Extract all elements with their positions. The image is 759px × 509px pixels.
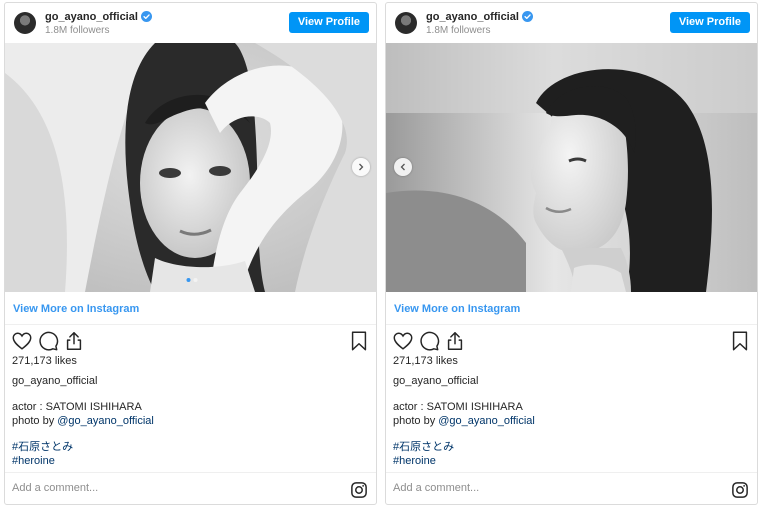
- bookmark-icon[interactable]: [729, 330, 751, 352]
- caption: actor : SATOMI ISHIHARA photo by @go_aya…: [12, 400, 154, 428]
- carousel-indicator: [186, 278, 197, 282]
- view-more-link[interactable]: View More on Instagram: [394, 303, 520, 315]
- caption-credit: actor : SATOMI ISHIHARA: [12, 401, 142, 413]
- hashtags: #石原さとみ #heroine: [393, 440, 454, 468]
- share-icon[interactable]: [63, 330, 85, 352]
- chevron-right-icon: [359, 163, 364, 171]
- avatar[interactable]: [395, 12, 417, 34]
- post-photo[interactable]: [5, 43, 376, 292]
- caption-username[interactable]: go_ayano_official: [12, 375, 97, 387]
- share-icon[interactable]: [444, 330, 466, 352]
- view-more-section: View More on Instagram: [386, 292, 757, 325]
- verified-badge-icon: [140, 11, 152, 22]
- post-header: go_ayano_official 1.8M followers View Pr…: [5, 3, 376, 43]
- caption-photo-by: photo by: [393, 415, 439, 427]
- username-text[interactable]: go_ayano_official: [426, 11, 519, 23]
- hashtag-link[interactable]: #heroine: [12, 454, 73, 468]
- comment-input[interactable]: [393, 482, 713, 494]
- carousel-dot-active: [186, 278, 190, 282]
- portrait-photo: [386, 43, 757, 292]
- comment-input[interactable]: [12, 482, 332, 494]
- caption-credit: actor : SATOMI ISHIHARA: [393, 401, 523, 413]
- comment-bar: [386, 472, 757, 504]
- view-profile-button[interactable]: View Profile: [669, 12, 750, 33]
- view-profile-button[interactable]: View Profile: [288, 12, 369, 33]
- action-bar: [386, 328, 757, 354]
- instagram-embed-right: go_ayano_official 1.8M followers View Pr…: [385, 2, 758, 505]
- chevron-left-icon: [400, 163, 405, 171]
- mention-link[interactable]: @go_ayano_official: [438, 415, 535, 427]
- action-bar: [5, 328, 376, 354]
- carousel-next-button[interactable]: [352, 158, 370, 176]
- carousel-prev-button[interactable]: [394, 158, 412, 176]
- comment-bar: [5, 472, 376, 504]
- heart-icon[interactable]: [392, 330, 414, 352]
- comment-icon[interactable]: [418, 330, 440, 352]
- bookmark-icon[interactable]: [348, 330, 370, 352]
- mention-link[interactable]: @go_ayano_official: [57, 415, 154, 427]
- caption-username[interactable]: go_ayano_official: [393, 375, 478, 387]
- hashtag-link[interactable]: #石原さとみ: [12, 440, 73, 454]
- caption-photo-credit: photo by @go_ayano_official: [12, 414, 154, 428]
- caption: actor : SATOMI ISHIHARA photo by @go_aya…: [393, 400, 535, 428]
- portrait-photo: [5, 43, 376, 292]
- instagram-logo-icon[interactable]: [350, 481, 368, 499]
- username-text[interactable]: go_ayano_official: [45, 11, 138, 23]
- view-more-section: View More on Instagram: [5, 292, 376, 325]
- instagram-embed-left: go_ayano_official 1.8M followers View Pr…: [4, 2, 377, 505]
- instagram-logo-icon[interactable]: [731, 481, 749, 499]
- hashtag-link[interactable]: #石原さとみ: [393, 440, 454, 454]
- view-more-link[interactable]: View More on Instagram: [13, 303, 139, 315]
- like-count[interactable]: 271,173 likes: [12, 355, 77, 367]
- avatar[interactable]: [14, 12, 36, 34]
- username[interactable]: go_ayano_official: [45, 11, 152, 23]
- carousel-dot: [193, 278, 197, 282]
- caption-photo-credit: photo by @go_ayano_official: [393, 414, 535, 428]
- heart-icon[interactable]: [11, 330, 33, 352]
- follower-count: 1.8M followers: [45, 25, 110, 36]
- username[interactable]: go_ayano_official: [426, 11, 533, 23]
- caption-photo-by: photo by: [12, 415, 58, 427]
- hashtag-link[interactable]: #heroine: [393, 454, 454, 468]
- post-header: go_ayano_official 1.8M followers View Pr…: [386, 3, 757, 43]
- comment-icon[interactable]: [37, 330, 59, 352]
- verified-badge-icon: [521, 11, 533, 22]
- hashtags: #石原さとみ #heroine: [12, 440, 73, 468]
- like-count[interactable]: 271,173 likes: [393, 355, 458, 367]
- follower-count: 1.8M followers: [426, 25, 491, 36]
- post-photo[interactable]: [386, 43, 757, 292]
